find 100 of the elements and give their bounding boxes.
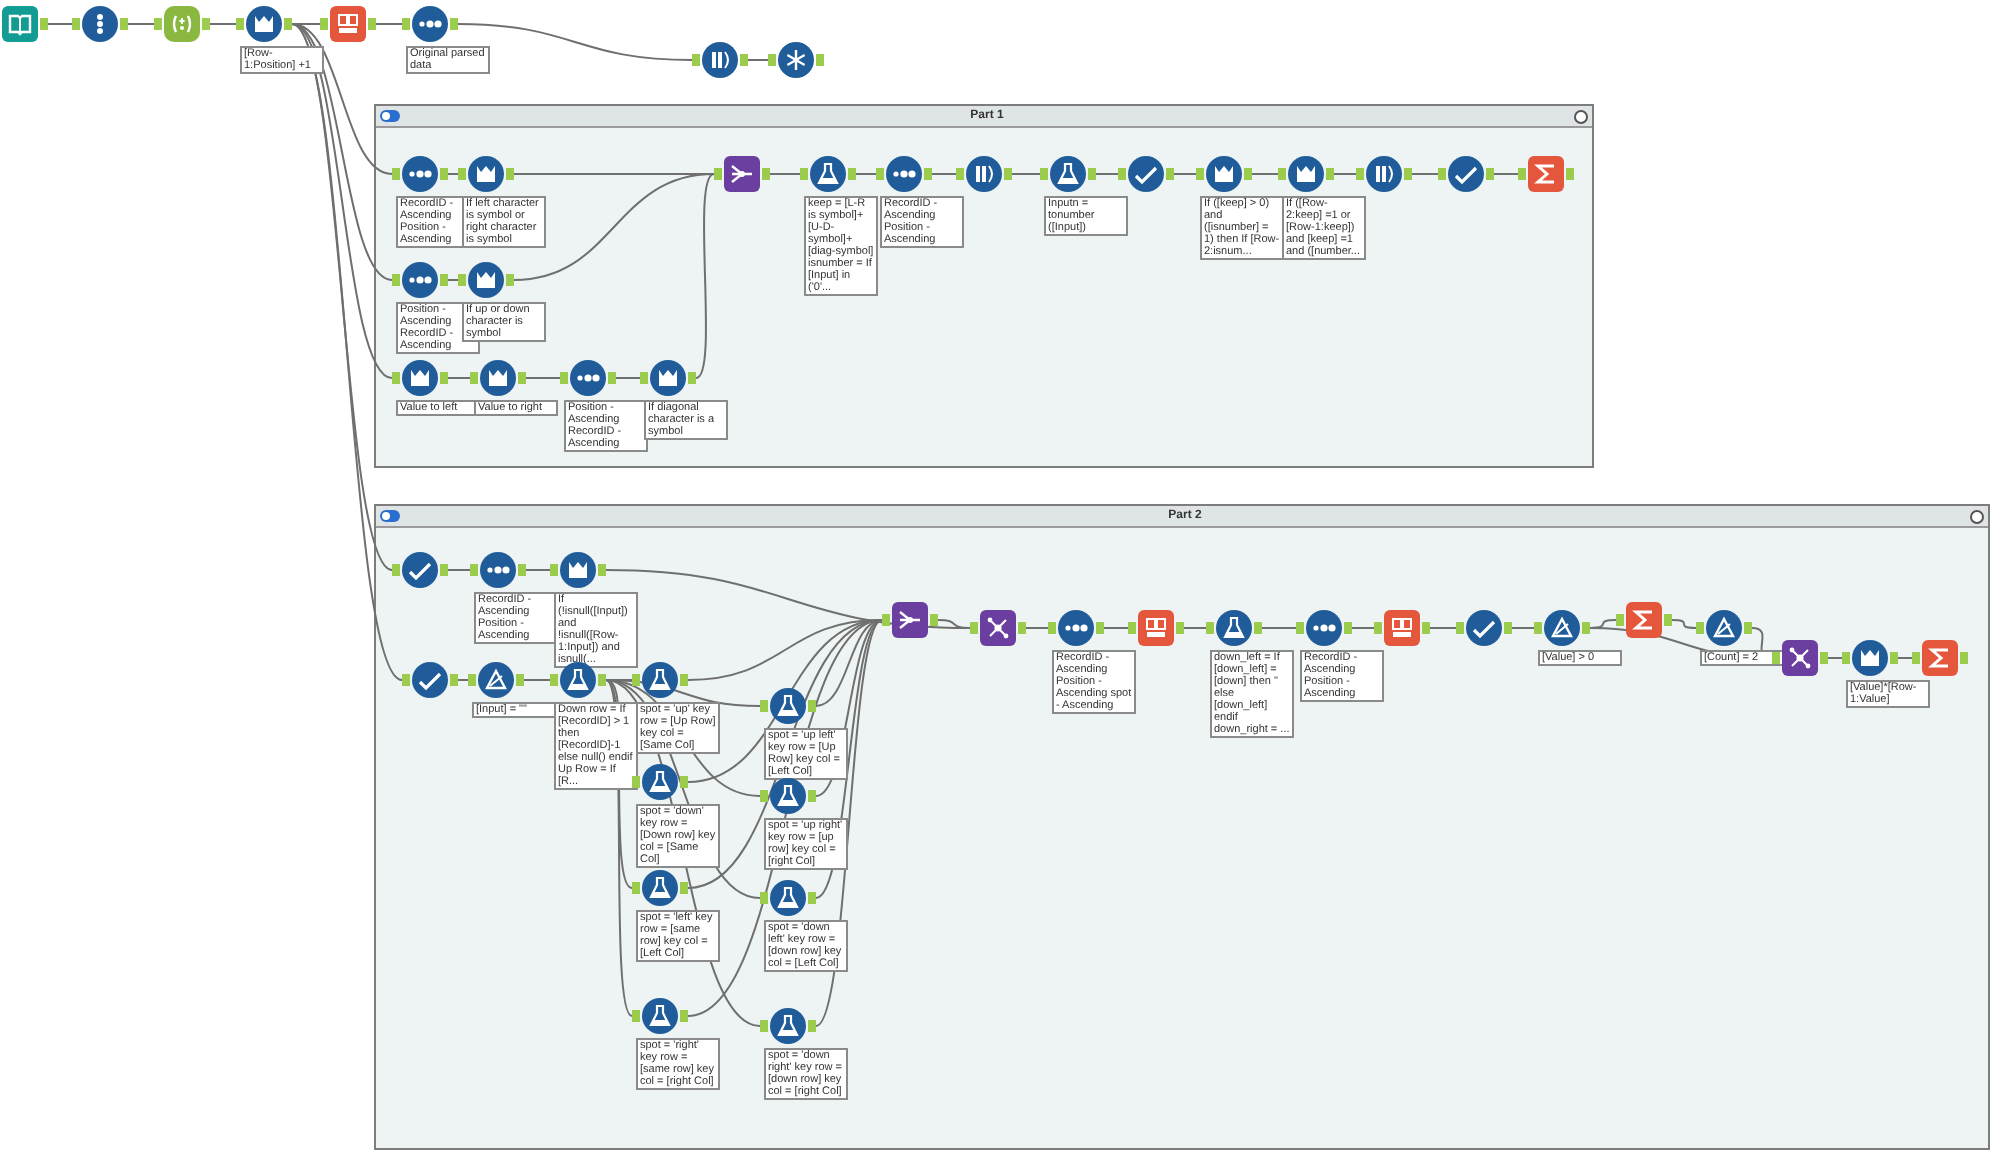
connector-line (747, 59, 769, 61)
workflow-tool[interactable] (1772, 640, 1828, 676)
workflow-tool[interactable] (1196, 156, 1252, 192)
workflow-tool[interactable] (1040, 156, 1096, 192)
flask-icon (648, 876, 672, 900)
workflow-tool[interactable] (470, 360, 526, 396)
workflow-tool[interactable] (1128, 610, 1184, 646)
crown-icon (408, 366, 432, 390)
network-icon (986, 616, 1010, 640)
flask-icon (776, 694, 800, 718)
crown-icon (252, 12, 276, 36)
workflow-tool[interactable] (392, 552, 448, 588)
crown-icon (1294, 162, 1318, 186)
parentheses-icon (170, 12, 194, 36)
crown-icon (656, 366, 680, 390)
crown-icon (1858, 646, 1882, 670)
workflow-tool[interactable] (1616, 602, 1672, 638)
workflow-tool[interactable] (470, 552, 526, 588)
workflow-tool[interactable] (632, 870, 688, 906)
triangle-icon (1712, 616, 1736, 640)
workflow-tool[interactable] (760, 880, 816, 916)
workflow-tool[interactable] (640, 360, 696, 396)
workflow-tool[interactable] (468, 662, 524, 698)
flask-icon (776, 1014, 800, 1038)
workflow-tool[interactable] (632, 998, 688, 1034)
workflow-tool[interactable] (1842, 640, 1898, 676)
workflow-tool[interactable] (632, 764, 688, 800)
book-icon (8, 12, 32, 36)
workflow-tool[interactable] (1696, 610, 1752, 646)
workflow-tool[interactable] (1518, 156, 1574, 192)
workflow-tool[interactable] (458, 156, 514, 192)
workflow-tool[interactable] (760, 688, 816, 724)
columns-icon (972, 162, 996, 186)
sigma-icon (1928, 646, 1952, 670)
workflow-tool[interactable] (402, 6, 458, 42)
connector-line (447, 377, 471, 379)
crown-icon (486, 366, 510, 390)
workflow-tool[interactable] (392, 360, 448, 396)
workflow-tool[interactable] (970, 610, 1026, 646)
flask-icon (648, 668, 672, 692)
connector-line (127, 23, 155, 25)
connector-line (1897, 657, 1913, 659)
workflow-tool[interactable] (1456, 610, 1512, 646)
workflow-tool[interactable] (392, 156, 448, 192)
workflow-tool[interactable] (1206, 610, 1262, 646)
triangle-icon (484, 668, 508, 692)
workflow-tool[interactable] (876, 156, 932, 192)
workflow-tool[interactable] (550, 662, 606, 698)
table-icon (1390, 616, 1414, 640)
connector-line (1173, 173, 1197, 175)
toggle-icon[interactable] (380, 510, 400, 522)
workflow-tool[interactable] (1048, 610, 1104, 646)
workflow-tool[interactable] (760, 778, 816, 814)
table-icon (1144, 616, 1168, 640)
workflow-tool[interactable] (0, 6, 48, 42)
workflow-tool[interactable] (402, 662, 458, 698)
workflow-tool[interactable] (714, 156, 770, 192)
workflow-tool[interactable] (1374, 610, 1430, 646)
collapse-button[interactable] (1970, 509, 1984, 523)
connector-line (1429, 627, 1457, 629)
connector-line (209, 23, 237, 25)
workflow-tool[interactable] (1438, 156, 1494, 192)
workflow-tool[interactable] (800, 156, 856, 192)
columns-icon (708, 48, 732, 72)
connector-line (457, 679, 469, 681)
workflow-tool[interactable] (458, 262, 514, 298)
workflow-tool[interactable] (392, 262, 448, 298)
flask-icon (648, 1004, 672, 1028)
flask-icon (1222, 616, 1246, 640)
workflow-tool[interactable] (1912, 640, 1968, 676)
collapse-button[interactable] (1574, 109, 1588, 123)
workflow-tool[interactable] (1278, 156, 1334, 192)
flask-icon (776, 886, 800, 910)
sigma-icon (1534, 162, 1558, 186)
connector-line (1827, 657, 1843, 659)
workflow-tool[interactable] (632, 662, 688, 698)
connector-line (855, 173, 877, 175)
connector-line (1351, 627, 1375, 629)
workflow-tool[interactable] (320, 6, 376, 42)
connector-line (931, 173, 957, 175)
workflow-tool[interactable] (956, 156, 1012, 192)
connector-line (1183, 627, 1207, 629)
workflow-tool[interactable] (550, 552, 606, 588)
workflow-tool[interactable] (1296, 610, 1352, 646)
workflow-tool[interactable] (882, 602, 938, 638)
merge-icon (898, 608, 922, 632)
workflow-tool[interactable] (72, 6, 128, 42)
crown-icon (474, 162, 498, 186)
workflow-tool[interactable] (760, 1008, 816, 1044)
workflow-tool[interactable] (236, 6, 292, 42)
connector-line (1411, 173, 1439, 175)
workflow-tool[interactable] (1534, 610, 1590, 646)
crown-icon (474, 268, 498, 292)
workflow-tool[interactable] (768, 42, 824, 78)
connector-line (447, 173, 459, 175)
workflow-tool[interactable] (692, 42, 748, 78)
toggle-icon[interactable] (380, 110, 400, 122)
workflow-tool[interactable] (560, 360, 616, 396)
workflow-tool[interactable] (1356, 156, 1412, 192)
workflow-tool[interactable] (1118, 156, 1174, 192)
